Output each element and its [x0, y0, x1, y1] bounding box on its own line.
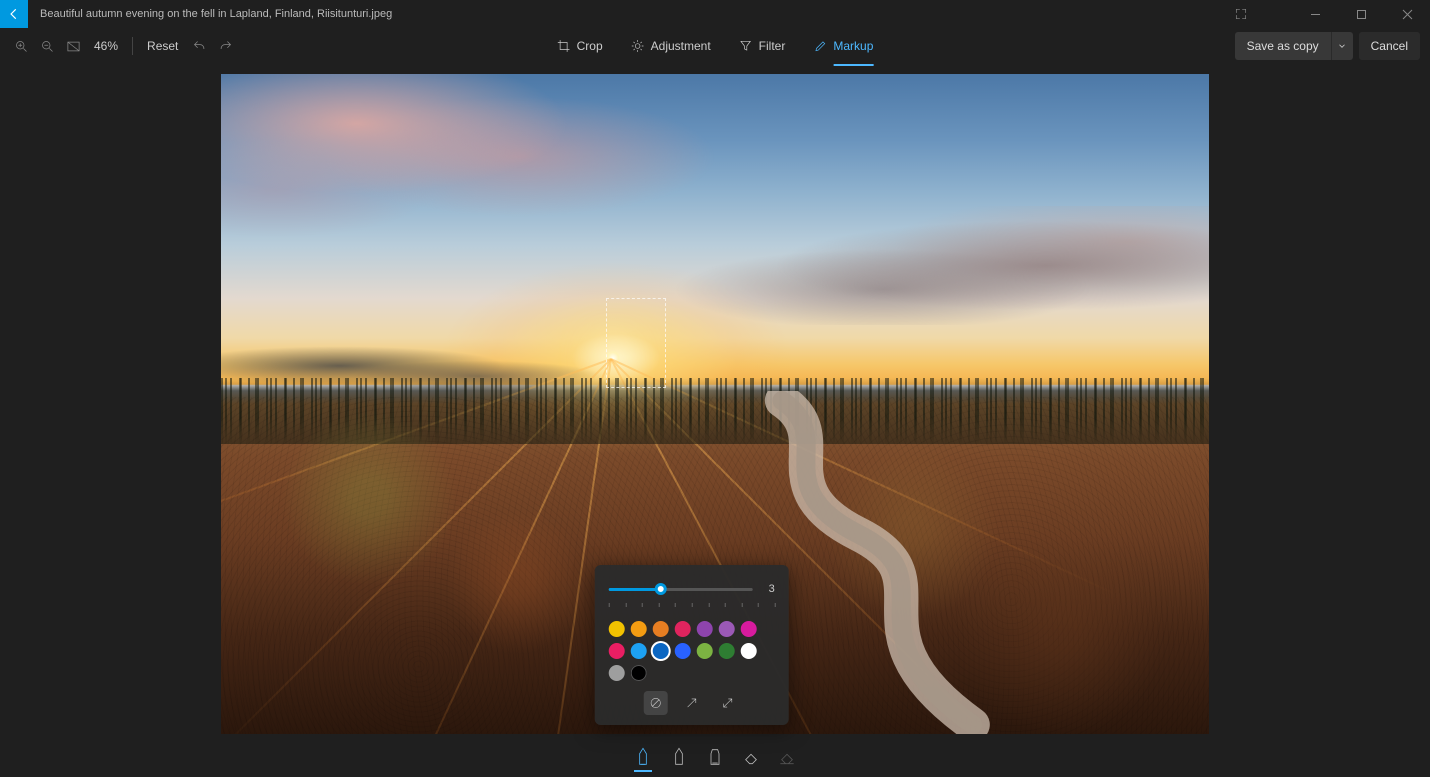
undo-button[interactable]	[188, 35, 210, 57]
save-dropdown-button[interactable]	[1331, 32, 1353, 60]
tab-markup-label: Markup	[833, 39, 873, 53]
tool-pen-2[interactable]	[666, 742, 692, 772]
eraser-icon	[743, 749, 759, 765]
tab-crop-label: Crop	[577, 39, 603, 53]
color-swatch[interactable]	[719, 621, 735, 637]
color-swatch[interactable]	[609, 665, 625, 681]
tab-filter[interactable]: Filter	[739, 28, 786, 64]
tool-eraser[interactable]	[738, 742, 764, 772]
redo-icon	[218, 39, 233, 54]
tab-adjustment[interactable]: Adjustment	[631, 28, 711, 64]
color-swatch[interactable]	[653, 621, 669, 637]
arrow-left-icon	[7, 7, 21, 21]
window-title: Beautiful autumn evening on the fell in …	[40, 8, 1230, 20]
double-arrow-tip-icon	[721, 696, 735, 710]
back-button[interactable]	[0, 0, 28, 28]
color-swatch[interactable]	[675, 643, 691, 659]
chevron-down-icon	[1337, 41, 1347, 51]
zoom-in-icon	[14, 39, 29, 54]
tab-filter-label: Filter	[759, 39, 786, 53]
undo-icon	[192, 39, 207, 54]
reset-button[interactable]: Reset	[141, 39, 184, 53]
window-controls	[1292, 0, 1430, 28]
arrow-tip-icon	[685, 696, 699, 710]
zoom-in-button[interactable]	[10, 35, 32, 57]
markup-icon	[813, 39, 827, 53]
fullscreen-button[interactable]	[1230, 3, 1252, 25]
color-swatch[interactable]	[653, 643, 669, 659]
color-swatch[interactable]	[675, 621, 691, 637]
color-swatch[interactable]	[609, 621, 625, 637]
pen-size-value: 3	[761, 583, 775, 595]
redo-button[interactable]	[214, 35, 236, 57]
editor-toolbar: 46% Reset Crop Adjustment Filter Markup …	[0, 28, 1430, 64]
minimize-icon	[1310, 9, 1321, 20]
zoom-out-button[interactable]	[36, 35, 58, 57]
color-swatch[interactable]	[741, 621, 757, 637]
color-swatch[interactable]	[697, 643, 713, 659]
fit-button[interactable]	[62, 35, 84, 57]
slider-ticks	[609, 603, 775, 611]
maximize-button[interactable]	[1338, 0, 1384, 28]
minimize-button[interactable]	[1292, 0, 1338, 28]
save-as-copy-button[interactable]: Save as copy	[1235, 32, 1353, 60]
pen-tip-none[interactable]	[644, 691, 668, 715]
tool-pen-1[interactable]	[630, 742, 656, 772]
pen-icon	[671, 747, 687, 767]
highlighter-icon	[707, 747, 723, 767]
slider-thumb[interactable]	[655, 583, 667, 595]
close-icon	[1402, 9, 1413, 20]
tab-crop[interactable]: Crop	[557, 28, 603, 64]
markup-tool-strip	[0, 737, 1430, 777]
color-swatch[interactable]	[697, 621, 713, 637]
zoom-out-icon	[40, 39, 55, 54]
selection-rectangle[interactable]	[606, 298, 666, 388]
color-swatch[interactable]	[609, 643, 625, 659]
color-swatch[interactable]	[719, 643, 735, 659]
no-tip-icon	[649, 696, 663, 710]
pen-settings-panel: 3	[595, 565, 789, 725]
color-swatch[interactable]	[631, 621, 647, 637]
tool-clear[interactable]	[774, 742, 800, 772]
fit-icon	[66, 39, 81, 54]
clear-icon	[779, 749, 795, 765]
tab-markup[interactable]: Markup	[813, 28, 873, 64]
color-swatch[interactable]	[631, 643, 647, 659]
color-swatches	[609, 621, 775, 681]
filter-icon	[739, 39, 753, 53]
pen-icon	[635, 747, 651, 767]
crop-icon	[557, 39, 571, 53]
save-label: Save as copy	[1247, 39, 1319, 53]
close-button[interactable]	[1384, 0, 1430, 28]
pen-tip-arrow[interactable]	[680, 691, 704, 715]
cancel-button[interactable]: Cancel	[1359, 32, 1420, 60]
adjustment-icon	[631, 39, 645, 53]
tool-highlighter[interactable]	[702, 742, 728, 772]
cancel-label: Cancel	[1371, 39, 1408, 53]
color-swatch[interactable]	[631, 665, 647, 681]
tab-adjustment-label: Adjustment	[651, 39, 711, 53]
title-bar: Beautiful autumn evening on the fell in …	[0, 0, 1430, 28]
pen-tip-double-arrow[interactable]	[716, 691, 740, 715]
divider	[132, 37, 133, 55]
pen-size-slider[interactable]	[609, 579, 753, 599]
color-swatch[interactable]	[741, 643, 757, 659]
maximize-icon	[1356, 9, 1367, 20]
zoom-percent[interactable]: 46%	[88, 39, 124, 53]
fullscreen-icon	[1234, 7, 1248, 21]
